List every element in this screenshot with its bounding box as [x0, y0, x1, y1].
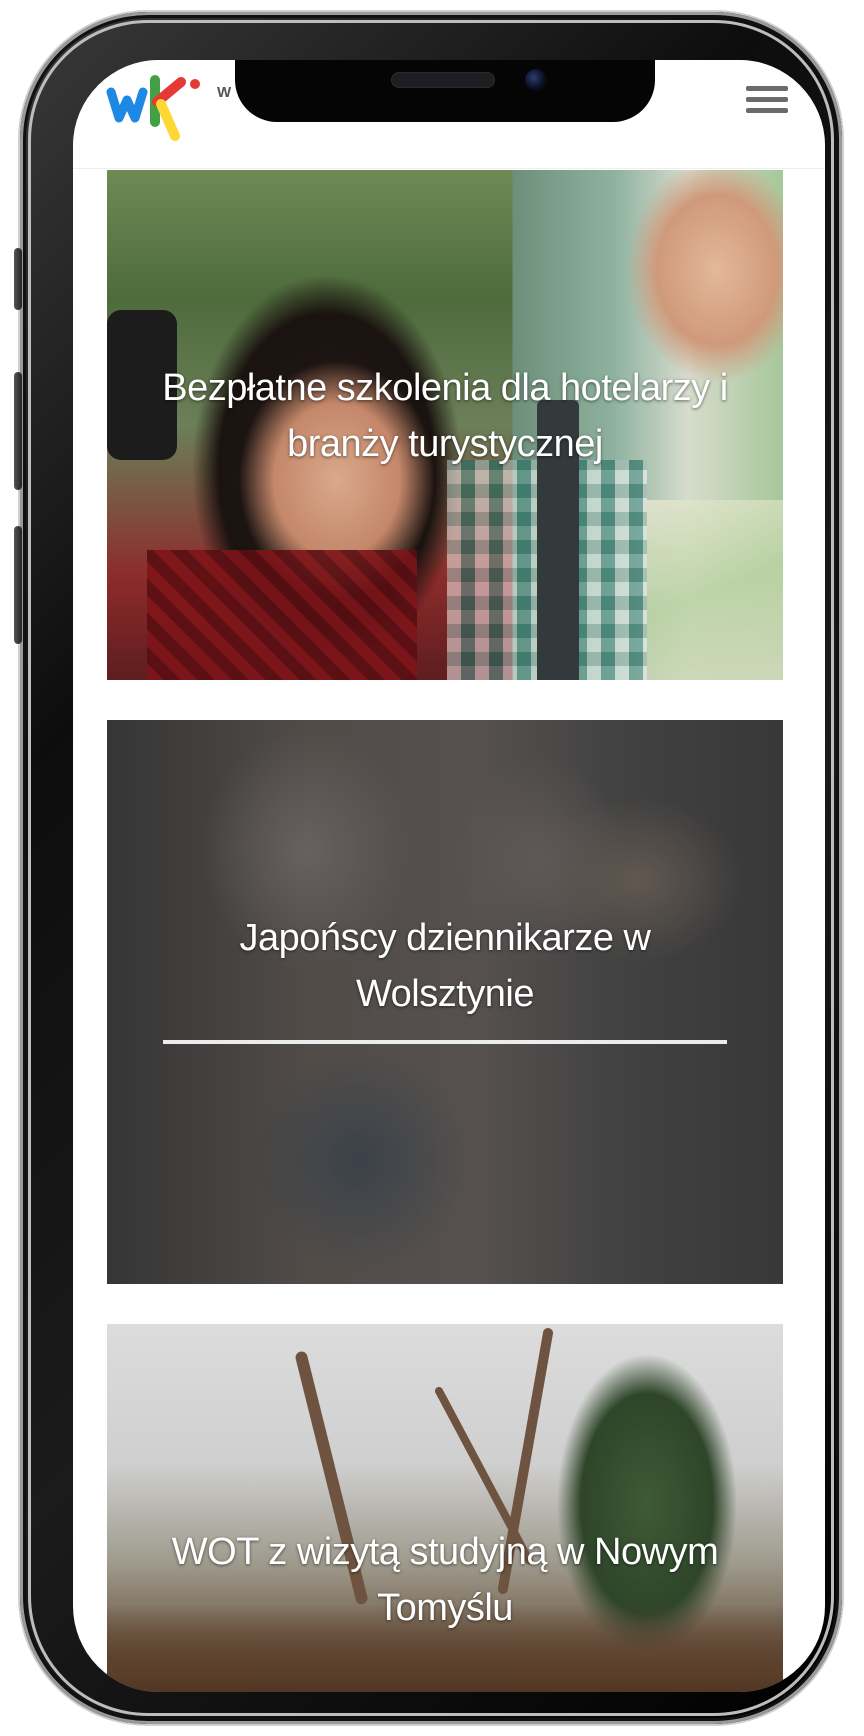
notch: [235, 60, 655, 122]
menu-bar: [746, 97, 788, 102]
article-image-detail: [147, 550, 417, 680]
phone-screen: W Bezpłatne szkolenia dla hotelarzy i br…: [73, 60, 825, 1692]
front-camera-icon: [525, 69, 547, 91]
volume-up-button: [14, 372, 22, 490]
volume-down-button: [14, 526, 22, 644]
menu-bar: [746, 86, 788, 91]
article-card[interactable]: Japońscy dziennikarze w Wolsztynie: [107, 720, 783, 1284]
article-image-detail: [647, 500, 783, 680]
article-title[interactable]: Japońscy dziennikarze w Wolsztynie: [147, 910, 743, 1022]
article-card[interactable]: WOT z wizytą studyjną w Nowym Tomyślu: [107, 1324, 783, 1692]
article-card[interactable]: Bezpłatne szkolenia dla hotelarzy i bran…: [107, 170, 783, 680]
article-title[interactable]: WOT z wizytą studyjną w Nowym Tomyślu: [147, 1524, 743, 1636]
mute-switch: [14, 248, 22, 310]
title-underline: [163, 1040, 727, 1044]
hamburger-menu-icon[interactable]: [743, 80, 791, 124]
logo[interactable]: [105, 70, 211, 146]
article-title[interactable]: Bezpłatne szkolenia dla hotelarzy i bran…: [147, 360, 743, 472]
menu-bar: [746, 108, 788, 113]
logo-text: W: [217, 84, 233, 101]
speaker-grille: [391, 72, 495, 88]
